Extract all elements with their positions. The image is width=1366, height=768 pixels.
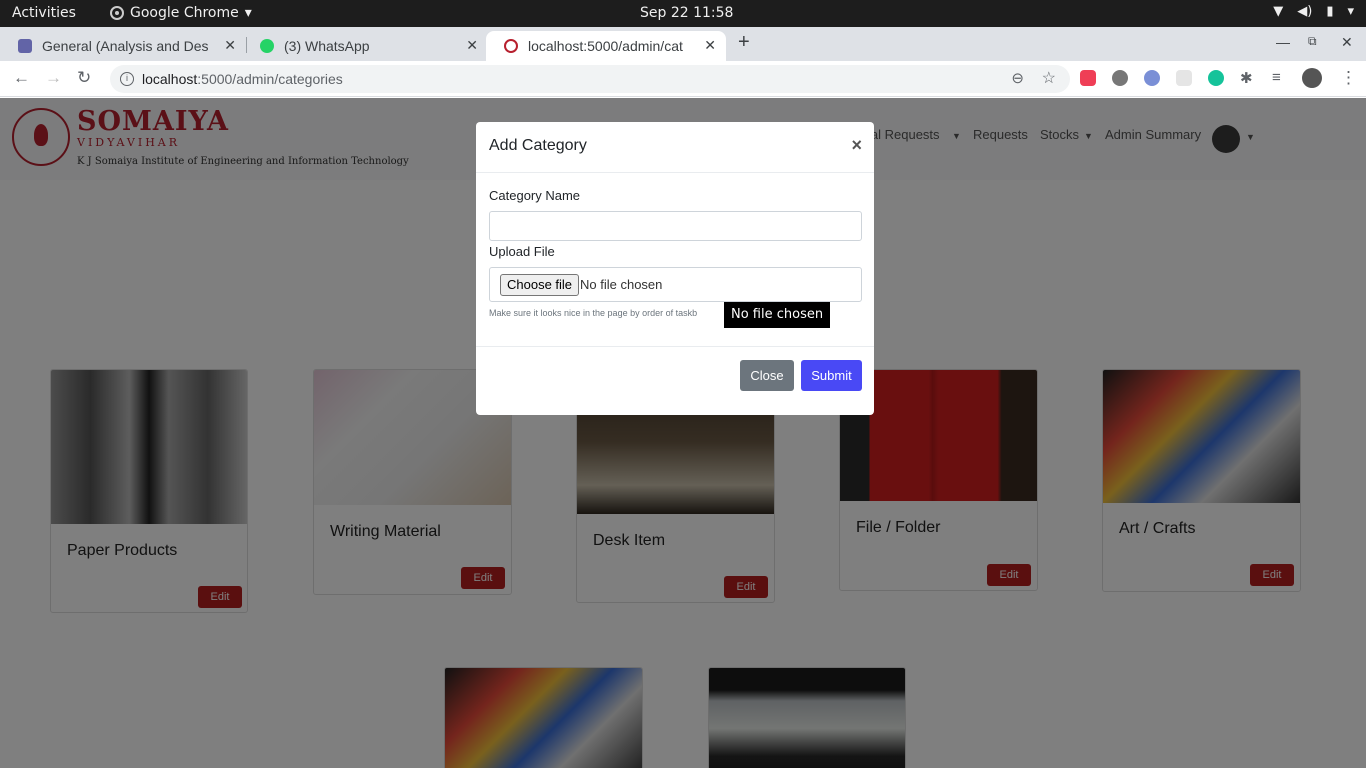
close-icon[interactable]: ✕ (466, 37, 478, 54)
clock[interactable]: Sep 22 11:58 (640, 5, 733, 21)
back-icon[interactable]: ← (13, 68, 30, 88)
media-queue-icon[interactable]: ≡ (1272, 69, 1281, 86)
menu-kebab-icon[interactable]: ⋮ (1340, 68, 1357, 88)
modal-title: Add Category (489, 137, 587, 154)
url-text: localhost:5000/admin/categories (142, 71, 343, 87)
close-icon[interactable]: × (851, 135, 862, 156)
close-icon[interactable]: ✕ (224, 37, 236, 54)
tab-strip: General (Analysis and Des ✕ (3) WhatsApp… (0, 27, 1366, 61)
close-window-icon[interactable]: ✕ (1341, 34, 1353, 51)
tab-title: (3) WhatsApp (284, 38, 370, 54)
address-bar[interactable]: i localhost:5000/admin/categories ⊖ ☆ (110, 65, 1070, 93)
choose-file-button[interactable]: Choose file (500, 274, 580, 296)
new-tab-button[interactable]: + (738, 31, 750, 54)
grid-extension-icon[interactable] (1176, 70, 1192, 86)
whatsapp-icon (260, 39, 274, 53)
system-tray[interactable]: ▼ ◀) ▮ ▾ (1273, 4, 1354, 19)
file-status-text: No file chosen (580, 277, 663, 292)
submit-button[interactable]: Submit (801, 360, 862, 391)
tab-divider (246, 37, 247, 53)
modal-divider (476, 346, 874, 347)
help-text: Make sure it looks nice in the page by o… (489, 308, 698, 318)
app-menu-label: Google Chrome (130, 5, 239, 21)
battery-icon: ▮ (1326, 4, 1334, 19)
file-upload-field[interactable]: Choose file No file chosen (489, 267, 862, 302)
minimize-icon[interactable]: — (1276, 34, 1290, 50)
tab-title: General (Analysis and Des (42, 38, 209, 54)
somaiya-favicon-icon (504, 39, 518, 53)
browser-toolbar: ← → ↻ i localhost:5000/admin/categories … (0, 61, 1366, 97)
tab-localhost[interactable]: localhost:5000/admin/cat ✕ (486, 31, 726, 61)
add-category-modal: Add Category × Category Name Upload File… (476, 122, 874, 415)
category-name-input[interactable] (489, 211, 862, 241)
tab-title: localhost:5000/admin/cat (528, 38, 683, 54)
system-top-bar: Activities Google Chrome ▾ Sep 22 11:58 … (0, 0, 1366, 27)
close-icon[interactable]: ✕ (704, 37, 716, 54)
close-button[interactable]: Close (740, 360, 794, 391)
ublock-extension-icon[interactable] (1144, 70, 1160, 86)
profile-avatar-icon[interactable] (1302, 68, 1322, 88)
tab-teams[interactable]: General (Analysis and Des ✕ (0, 31, 246, 61)
extensions-puzzle-icon[interactable]: ✱ (1240, 69, 1253, 87)
modal-header: Add Category × (476, 122, 874, 173)
wifi-icon: ▼ (1273, 4, 1284, 19)
bug-extension-icon[interactable] (1112, 70, 1128, 86)
upload-file-label: Upload File (489, 244, 555, 259)
zoom-icon[interactable]: ⊖ (1011, 69, 1024, 87)
info-icon[interactable]: i (120, 72, 134, 86)
category-name-label: Category Name (489, 188, 581, 203)
chrome-icon (110, 6, 124, 20)
forward-icon[interactable]: → (45, 68, 62, 88)
teams-icon (18, 39, 32, 53)
reload-icon[interactable]: ↻ (77, 68, 91, 88)
app-menu[interactable]: Google Chrome ▾ (110, 5, 252, 21)
chevron-down-icon: ▾ (244, 5, 252, 21)
volume-icon: ◀) (1297, 4, 1313, 19)
chevron-down-icon: ▾ (1347, 4, 1354, 19)
bookmark-star-icon[interactable]: ☆ (1042, 68, 1056, 88)
tab-whatsapp[interactable]: (3) WhatsApp ✕ (242, 31, 488, 61)
activities-button[interactable]: Activities (12, 5, 76, 21)
grammarly-extension-icon[interactable] (1208, 70, 1224, 86)
pocket-extension-icon[interactable] (1080, 70, 1096, 86)
restore-icon[interactable]: ⧉ (1308, 34, 1317, 49)
file-input-tooltip: No file chosen (724, 302, 831, 328)
